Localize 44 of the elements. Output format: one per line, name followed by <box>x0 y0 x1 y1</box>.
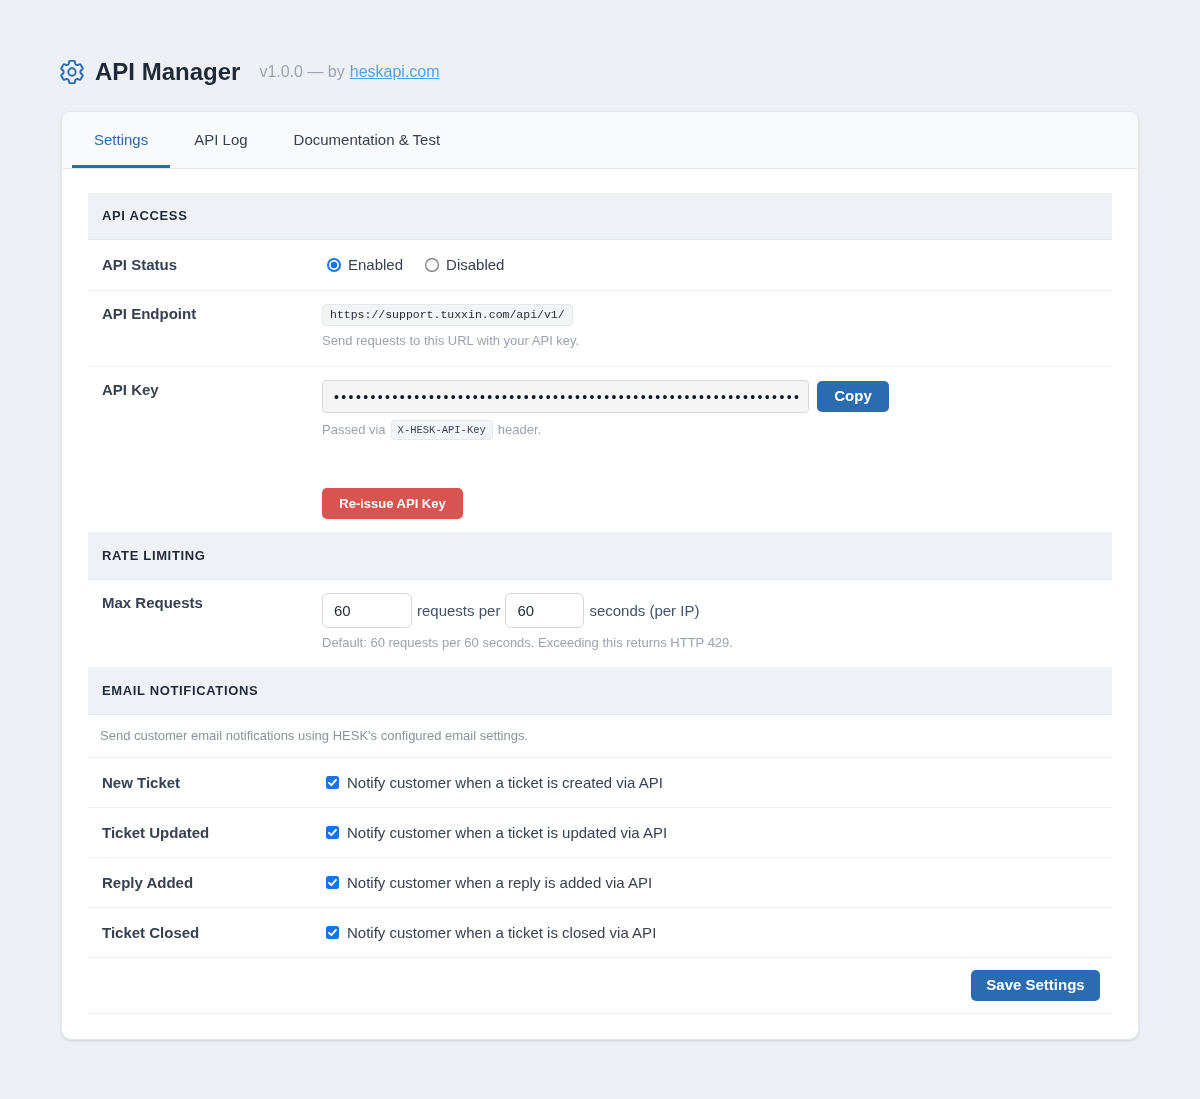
help-text: header. <box>497 421 542 439</box>
page-title: API Manager <box>95 57 241 87</box>
tab[interactable]: Settings <box>72 112 171 168</box>
save-settings-button[interactable]: Save Settings <box>971 970 1100 1001</box>
tab[interactable]: API Log <box>172 112 270 168</box>
section-heading: EMAIL NOTIFICATIONS <box>88 668 1112 715</box>
seconds-input[interactable]: 60 <box>505 593 585 628</box>
checkbox-label[interactable]: Notify customer when a ticket is closed via API <box>347 922 657 943</box>
checkbox-label[interactable]: Notify customer when a ticket is updated via API <box>347 822 668 843</box>
help-text: Passed via <box>322 421 386 439</box>
field-label: Reply Added <box>102 872 194 893</box>
section-heading: RATE LIMITING <box>88 533 1112 580</box>
checkbox-label[interactable]: Notify customer when a reply is added via API <box>347 872 653 893</box>
requests-input[interactable]: 60 <box>322 593 412 628</box>
field-label: New Ticket <box>102 772 181 793</box>
radio-button[interactable] <box>327 258 341 272</box>
unit-label: requests per <box>417 600 501 621</box>
section-heading: API ACCESS <box>88 193 1112 240</box>
endpoint-url: https://support.tuxxin.com/api/v1/ <box>322 304 573 326</box>
version-text: v1.0.0 — by <box>259 62 345 82</box>
field-label: Ticket Closed <box>102 922 200 943</box>
tab[interactable]: Documentation & Test <box>271 112 463 168</box>
help-text: Default: 60 requests per 60 seconds. Exceeding this returns HTTP 429. <box>322 634 733 652</box>
radio-label[interactable]: Enabled <box>348 255 404 275</box>
checkbox[interactable] <box>326 876 339 889</box>
copy-button[interactable]: Copy <box>817 381 889 412</box>
help-text: Send requests to this URL with your API key. <box>322 332 580 350</box>
field-label: API Key <box>102 380 159 400</box>
radio-label[interactable]: Disabled <box>446 255 505 275</box>
radio-button[interactable] <box>425 258 440 272</box>
checkbox[interactable] <box>326 926 339 939</box>
unit-label: seconds (per IP) <box>589 600 700 621</box>
checkbox[interactable] <box>326 776 339 789</box>
api-key-field[interactable]: •••••••••••••••••••••••••••••••••••••••••••••••••••••••••••••••• <box>322 380 809 413</box>
checkbox[interactable] <box>326 826 339 839</box>
settings-icon <box>60 60 84 84</box>
field-label: Max Requests <box>102 593 203 613</box>
checkbox-label[interactable]: Notify customer when a ticket is created via API <box>347 772 663 793</box>
section-description: Send customer email notifications using HESK's configured email settings. <box>100 727 529 745</box>
field-label: API Status <box>102 255 177 275</box>
reissue-key-button[interactable]: Re-issue API Key <box>322 488 463 519</box>
field-label: Ticket Updated <box>102 822 210 843</box>
header-name-code: X-HESK-API-Key <box>390 420 493 440</box>
field-label: API Endpoint <box>102 304 197 324</box>
